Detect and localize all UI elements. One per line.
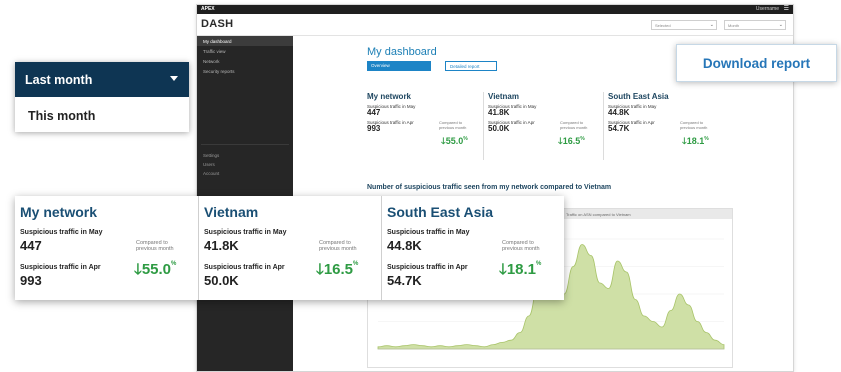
menu-icon[interactable]: ☰: [784, 6, 789, 12]
mini-compare-label: Compared to previous month: [439, 120, 467, 130]
mini-card-title: Vietnam: [488, 92, 519, 101]
mini-value-may: 41.8K: [488, 108, 510, 117]
mini-percent: 🡓55.0%: [441, 134, 468, 150]
period-selected-label: Last month: [25, 73, 93, 87]
user-name[interactable]: Username: [756, 6, 779, 12]
stat-percent-value: 18.1: [506, 261, 537, 278]
dash-logo: DASH: [201, 18, 234, 30]
brand-name: APEX: [201, 6, 215, 12]
sidebar-section-title: Settings: [203, 153, 220, 158]
sidebar-item-reports[interactable]: Security reports: [197, 66, 293, 76]
filter-a-value: Selected: [655, 23, 671, 28]
stat-value-apr: 50.0K: [204, 273, 239, 288]
stat-label-apr: Suspicious traffic in Apr: [204, 264, 285, 271]
stat-value-may: 44.8K: [387, 238, 422, 253]
stat-label-may: Suspicious traffic in May: [387, 229, 470, 236]
period-selected-option[interactable]: Last month: [15, 62, 189, 97]
sidebar-item-traffic[interactable]: Traffic view: [197, 46, 293, 56]
stat-percent-unit: %: [536, 261, 542, 267]
mini-card-vietnam: Vietnam Suspicious traffic in May 41.8K …: [483, 92, 601, 160]
mini-card-my-network: My network Suspicious traffic in May 447…: [367, 92, 485, 160]
stat-card-vietnam: Vietnam Suspicious traffic in May 41.8K …: [198, 196, 381, 300]
stat-label-apr: Suspicious traffic in Apr: [20, 264, 101, 271]
sidebar-item-account[interactable]: Account: [197, 169, 293, 178]
stat-percent-value: 16.5: [323, 261, 354, 278]
stat-percent-unit: %: [171, 261, 177, 267]
stat-percent: 🡓18.1%: [499, 259, 541, 284]
stat-card-south-east-asia: South East Asia Suspicious traffic in Ma…: [381, 196, 564, 300]
mini-percent-value: 18.1: [686, 136, 705, 146]
arrow-down-icon: 🡓: [316, 261, 324, 278]
mini-value-may: 44.8K: [608, 108, 630, 117]
mini-percent-unit: %: [704, 136, 709, 142]
sidebar-item-network[interactable]: Network: [197, 56, 293, 66]
stat-percent: 🡓16.5%: [316, 259, 358, 284]
chart-caption: Traffic on ASN compared to Vietnam: [566, 212, 631, 217]
stat-label-may: Suspicious traffic in May: [204, 229, 287, 236]
stat-compare-label: Compared to previous month: [502, 240, 540, 252]
chevron-down-icon: ⌄: [709, 22, 714, 28]
stat-card-title: My network: [20, 204, 98, 220]
stats-panel: My network Suspicious traffic in May 447…: [15, 196, 564, 300]
mini-card-sea: South East Asia Suspicious traffic in Ma…: [603, 92, 721, 160]
mini-percent: 🡓16.5%: [558, 134, 585, 150]
stat-value-apr: 54.7K: [387, 273, 422, 288]
sidebar-item-dashboard[interactable]: My dashboard: [197, 36, 293, 46]
stat-label-apr: Suspicious traffic in Apr: [387, 264, 468, 271]
stat-value-may: 41.8K: [204, 238, 239, 253]
mini-card-title: My network: [367, 92, 412, 101]
mini-percent-unit: %: [463, 136, 468, 142]
filter-b-value: Month: [728, 23, 740, 28]
stat-percent-unit: %: [353, 261, 359, 267]
app-header: DASH Selected ⌄ Month ⌄: [197, 14, 793, 36]
mini-compare-label: Compared to previous month: [680, 120, 708, 130]
stat-value-may: 447: [20, 238, 42, 253]
sidebar-item-users[interactable]: Users: [197, 160, 293, 169]
overview-button[interactable]: Overview: [367, 61, 431, 71]
mini-compare-label: Compared to previous month: [560, 120, 588, 130]
filter-select-b[interactable]: Month ⌄: [724, 20, 786, 30]
stat-card-title: South East Asia: [387, 204, 494, 220]
period-option-this-month[interactable]: This month: [15, 97, 189, 132]
stat-label-may: Suspicious traffic in May: [20, 229, 103, 236]
stat-card-title: Vietnam: [204, 204, 259, 220]
mini-value-may: 447: [367, 108, 381, 117]
stat-compare-label: Compared to previous month: [136, 240, 174, 252]
mini-value-apr: 993: [367, 124, 381, 133]
filter-select-a[interactable]: Selected ⌄: [651, 20, 717, 30]
download-report-button[interactable]: Download report: [676, 44, 837, 82]
sidebar-divider: [201, 144, 289, 145]
mini-percent-value: 55.0: [445, 136, 464, 146]
mini-percent: 🡓18.1%: [682, 134, 709, 150]
caret-down-icon: [170, 76, 178, 81]
mini-percent-value: 16.5: [562, 136, 581, 146]
page-title: My dashboard: [367, 46, 437, 58]
chart-title: Number of suspicious traffic seen from m…: [367, 184, 612, 191]
arrow-down-icon: 🡓: [134, 261, 142, 278]
stat-compare-label: Compared to previous month: [319, 240, 357, 252]
top-bar: APEX Username ☰: [197, 5, 793, 14]
chevron-down-icon: ⌄: [778, 22, 783, 28]
arrow-down-icon: 🡓: [499, 261, 507, 278]
mini-card-title: South East Asia: [608, 92, 669, 101]
stat-card-my-network: My network Suspicious traffic in May 447…: [15, 196, 198, 300]
stat-percent: 🡓55.0%: [134, 259, 176, 284]
stat-value-apr: 993: [20, 273, 42, 288]
period-dropdown[interactable]: Last month This month: [15, 62, 189, 132]
detailed-report-button[interactable]: Detailed report: [445, 61, 497, 71]
stat-percent-value: 55.0: [141, 261, 172, 278]
mini-percent-unit: %: [580, 136, 585, 142]
